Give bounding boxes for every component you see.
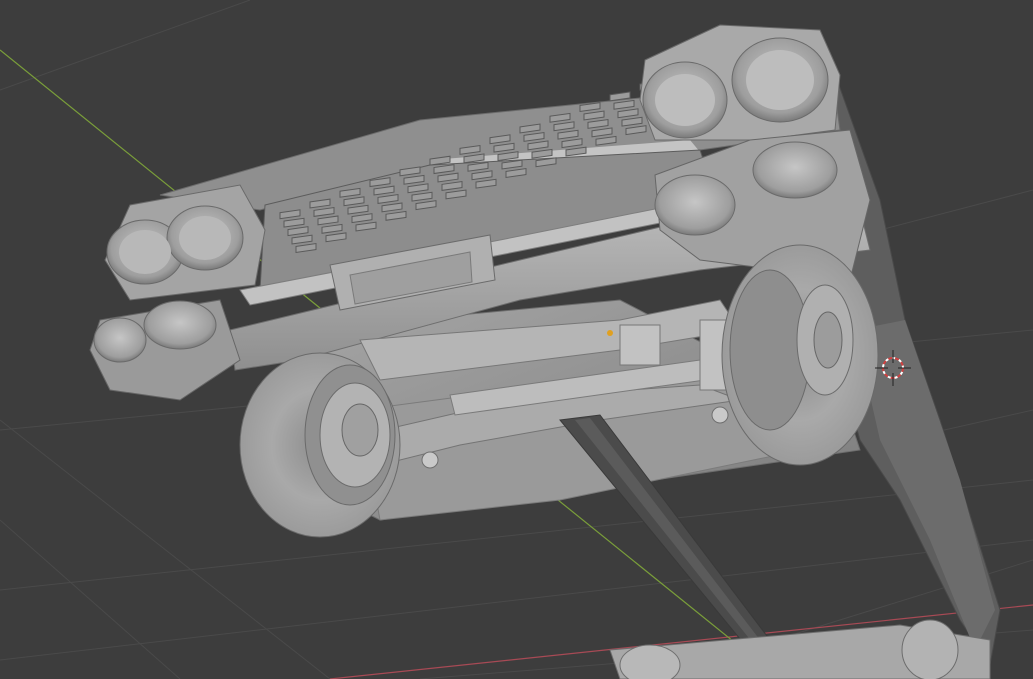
hub — [341, 403, 379, 457]
shock-absorber — [619, 324, 661, 366]
object-origin-dot[interactable] — [607, 330, 613, 336]
rear-wheel-hub — [901, 619, 959, 679]
left-fog-light-assembly[interactable] — [89, 299, 241, 401]
grid-line — [0, 519, 181, 679]
right-headlight-assembly[interactable] — [639, 24, 841, 141]
front-right-wheel[interactable] — [721, 244, 879, 466]
fog-lamp-lens — [93, 317, 147, 363]
headlight-inner — [119, 230, 171, 274]
front-left-wheel[interactable] — [239, 352, 401, 538]
fog-lamp-lens — [654, 174, 736, 236]
left-headlight-assembly[interactable] — [104, 184, 266, 301]
headlight-inner — [655, 74, 715, 126]
3d-viewport[interactable] — [0, 0, 1033, 679]
fog-lamp-lens — [143, 300, 217, 350]
ball-joint — [711, 406, 729, 424]
rear-axle[interactable] — [609, 619, 991, 679]
hub — [813, 311, 843, 369]
headlight-inner — [179, 216, 231, 260]
grid-line — [879, 189, 1033, 231]
grid-line — [0, 0, 251, 91]
car-model[interactable] — [89, 24, 1001, 679]
headlight-inner — [746, 50, 814, 110]
fog-lamp-lens — [752, 141, 838, 199]
ball-joint — [421, 451, 439, 469]
viewport-canvas[interactable] — [0, 0, 1033, 679]
